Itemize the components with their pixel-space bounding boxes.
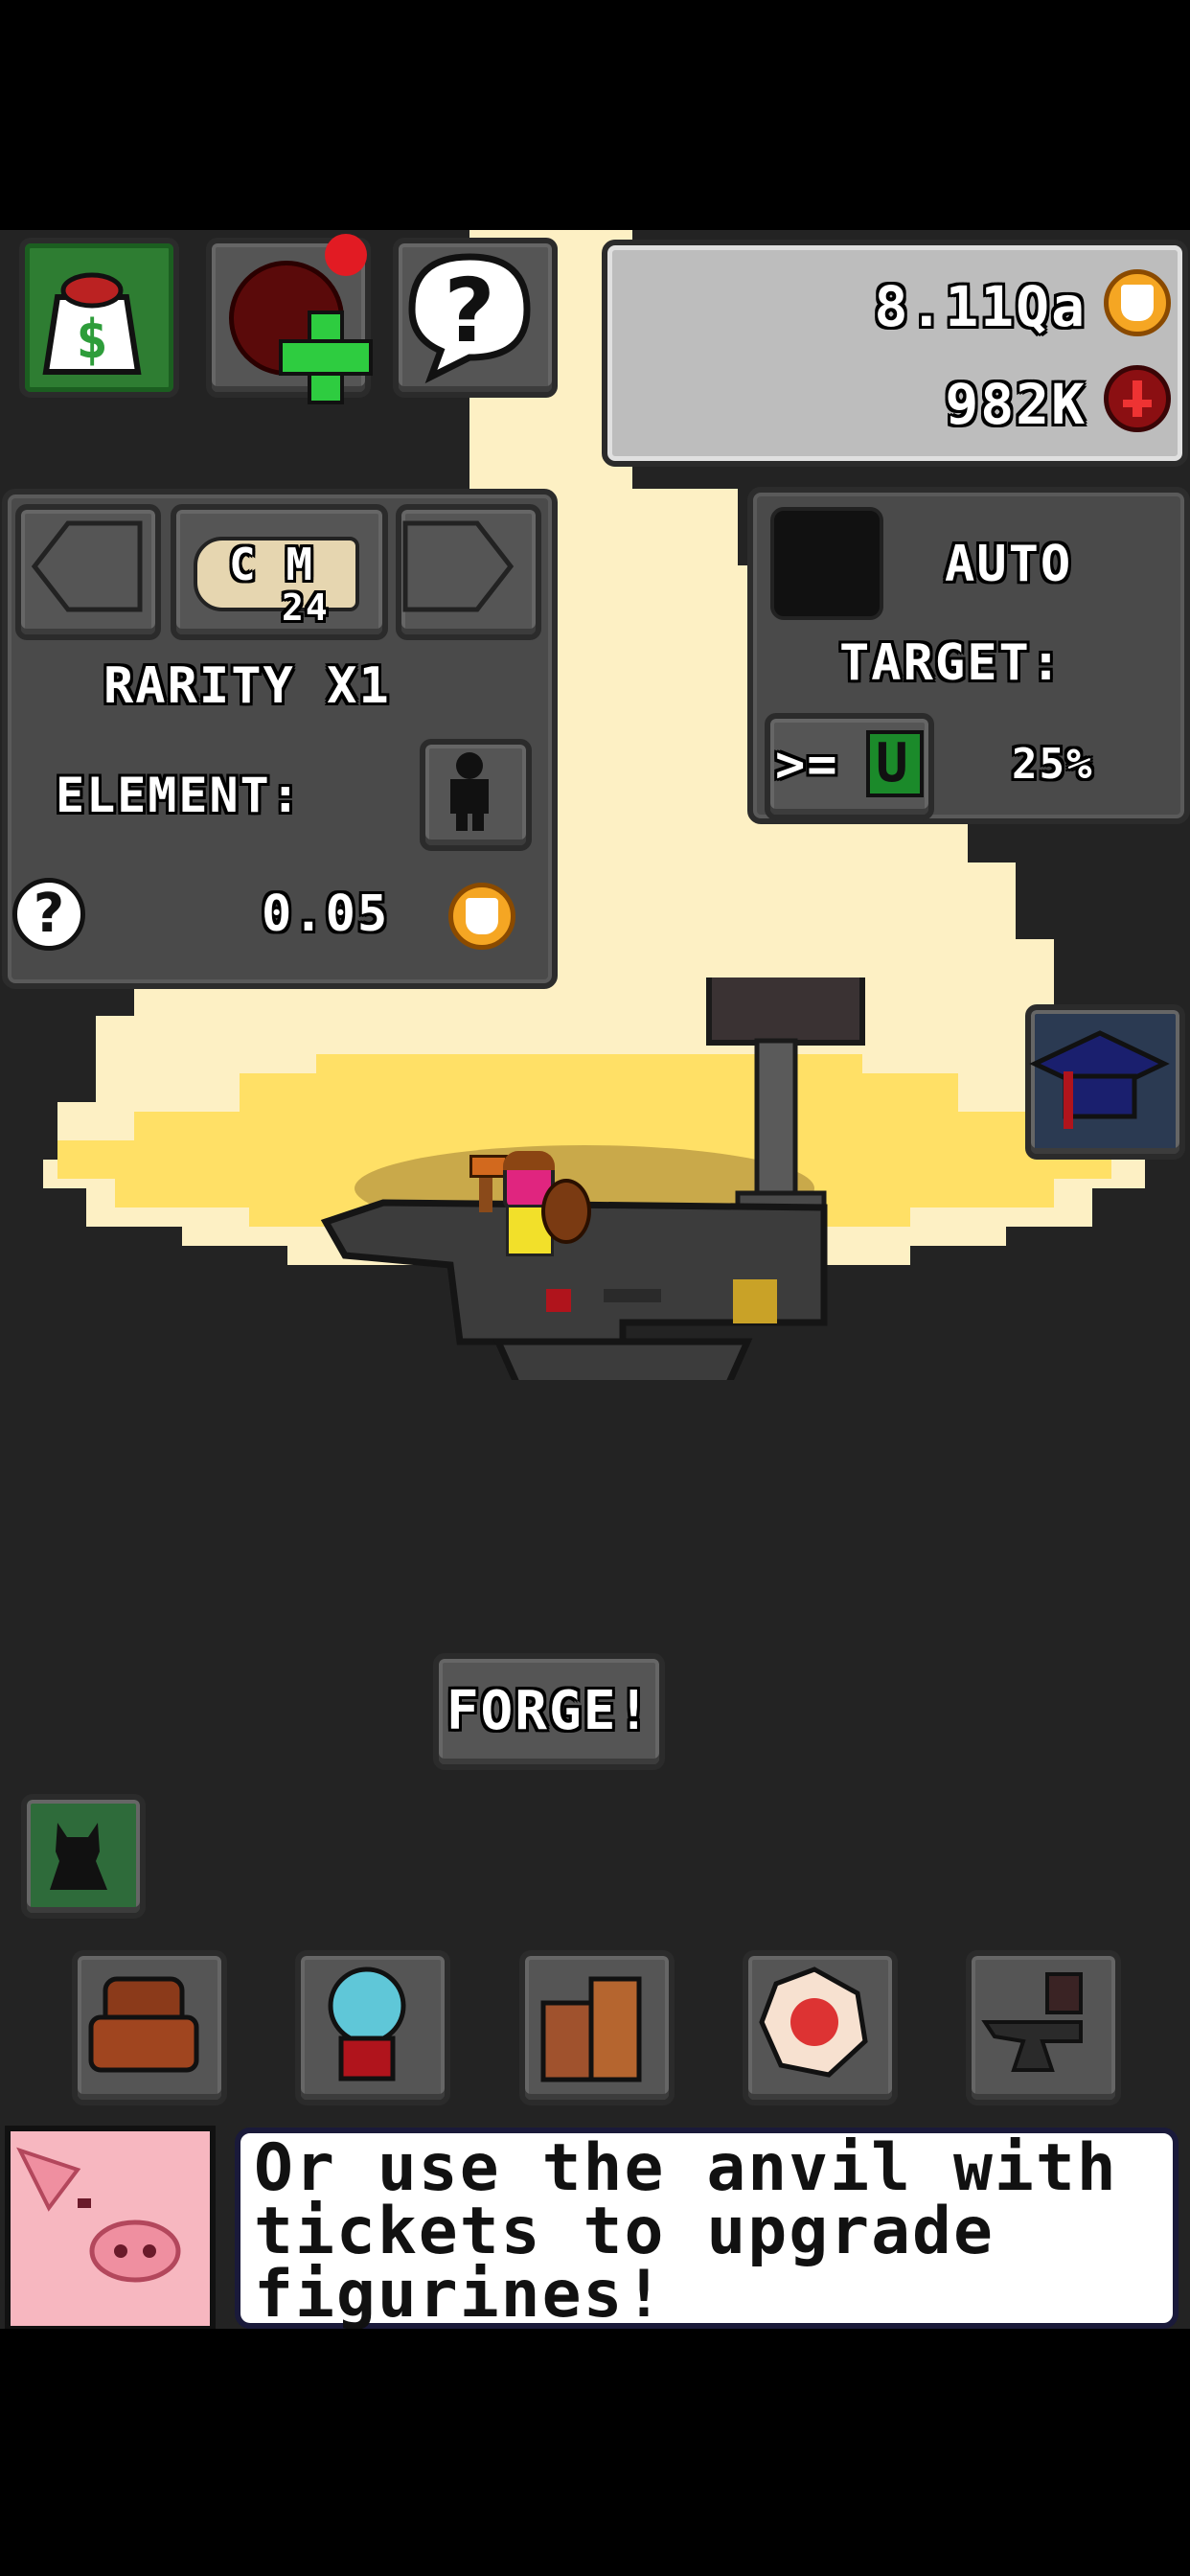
rarity-label: RARITY X1: [103, 657, 391, 715]
pig-icon: [11, 2131, 210, 2326]
target-operator: >=: [775, 736, 839, 794]
figurine-character[interactable]: [469, 1151, 591, 1260]
anvil-image: [320, 978, 865, 1380]
gumball-machine-button[interactable]: [295, 1950, 450, 2105]
cat-button[interactable]: [21, 1794, 146, 1919]
forge-cost: 0.05: [262, 886, 390, 943]
armchair-icon: [88, 1976, 199, 2073]
rarity-help-icon[interactable]: ?: [12, 878, 85, 951]
boxes-icon: [540, 1976, 642, 2082]
shop-button[interactable]: $: [19, 238, 179, 398]
forge-settings-panel: C M 24 RARITY X1 ELEMENT: ? 0.05: [2, 489, 558, 989]
chevron-right-icon: [402, 520, 515, 612]
target-percent: 25%: [1012, 740, 1094, 789]
cat-icon: [50, 1823, 107, 1890]
target-label: TARGET:: [839, 634, 1064, 692]
auto-checkbox[interactable]: [770, 507, 883, 620]
boxes-button[interactable]: [519, 1950, 675, 2105]
gumball-machine-icon: [328, 1966, 406, 2082]
pig-portrait: [5, 2126, 216, 2329]
auto-target-panel: AUTO TARGET: >= U 25%: [747, 487, 1190, 824]
element-selector[interactable]: [420, 739, 532, 851]
gold-amount: 8.11Qa: [874, 274, 1087, 339]
anvil-icon: [981, 1972, 1083, 2072]
add-currency-button[interactable]: [206, 234, 373, 404]
ticket-badge: C M: [229, 539, 315, 590]
dialog-text: Or use the anvil with tickets to upgrade…: [254, 2130, 1118, 2329]
armchair-button[interactable]: [72, 1950, 227, 2105]
sticker-button[interactable]: [743, 1950, 898, 2105]
element-label: ELEMENT:: [56, 768, 302, 823]
academy-button[interactable]: [1025, 1004, 1185, 1160]
question-speech-icon: ?: [408, 253, 531, 384]
gold-coin-icon: [448, 883, 515, 950]
graduation-cap-icon: [1029, 1030, 1170, 1129]
forge-button-label: FORGE!: [446, 1680, 652, 1742]
next-arrow-button[interactable]: [396, 504, 541, 640]
ticket-selector[interactable]: C M 24: [171, 504, 388, 640]
auto-label: AUTO: [945, 536, 1073, 593]
target-rarity-selector[interactable]: >= U: [765, 713, 934, 820]
ruby-amount: 982K: [945, 372, 1087, 437]
sticker-icon: [759, 1966, 868, 2078]
svg-text:$: $: [76, 309, 108, 371]
ticket-count: 24: [282, 586, 330, 629]
game-scene: $ ? 8.11Qa 982K C M 24 RARITY X1 ELEMENT…: [0, 230, 1190, 2329]
person-silhouette-icon: [450, 752, 489, 831]
svg-text:?: ?: [444, 260, 494, 362]
target-rarity: U: [876, 732, 910, 794]
notification-dot: [325, 234, 367, 276]
plus-icon: [279, 310, 373, 404]
prev-arrow-button[interactable]: [15, 504, 161, 640]
forge-button[interactable]: FORGE!: [433, 1653, 665, 1770]
money-bag-icon: $: [42, 272, 142, 375]
currency-panel: 8.11Qa 982K: [602, 240, 1188, 467]
help-button[interactable]: ?: [393, 238, 558, 398]
anvil-button[interactable]: [966, 1950, 1121, 2105]
ruby-coin-icon: [1104, 365, 1171, 432]
gold-coin-icon: [1104, 269, 1171, 336]
dialog-box[interactable]: Or use the anvil with tickets to upgrade…: [235, 2128, 1179, 2329]
chevron-left-icon: [31, 520, 143, 612]
